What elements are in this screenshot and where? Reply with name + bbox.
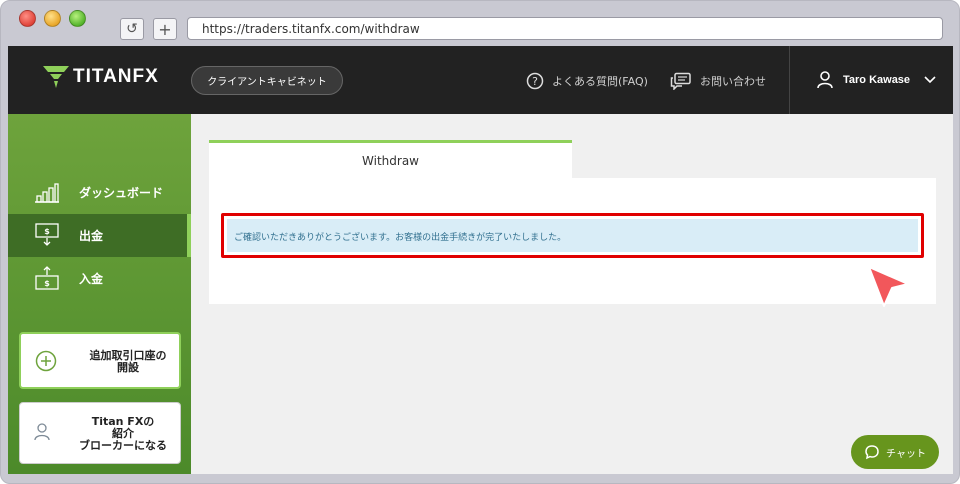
- sidebar-item-withdraw[interactable]: $ 出金: [8, 214, 191, 257]
- sidebar-item-label: 入金: [79, 272, 104, 286]
- withdraw-panel: ご確認いただきありがとうございます。お客様の出金手続きが完了いたしました。: [209, 178, 936, 304]
- svg-text:$: $: [44, 227, 50, 236]
- new-tab-button[interactable]: +: [153, 18, 177, 40]
- open-account-text: 追加取引口座の 開設: [83, 350, 173, 374]
- person-icon: [817, 71, 833, 89]
- open-account-button[interactable]: 追加取引口座の 開設: [19, 332, 181, 389]
- browser-toolbar: ↺ + https://traders.titanfx.com/withdraw: [1, 1, 959, 45]
- sidebar-item-label: ダッシュボード: [79, 186, 164, 200]
- contact-label: お問い合わせ: [700, 75, 766, 88]
- chat-icon: [865, 445, 879, 460]
- sidebar-item-label: 出金: [79, 229, 104, 243]
- sidebar: ダッシュボード $ 出金 $ 入金 追加取引口座の 開設 Titan FXの 紹…: [8, 114, 191, 474]
- contact-link[interactable]: お問い合わせ: [670, 72, 766, 90]
- tab-withdraw[interactable]: Withdraw: [209, 140, 572, 178]
- refer-line3: ブローカーになる: [79, 439, 167, 452]
- titanfx-logo[interactable]: TITANFX: [43, 66, 159, 88]
- deposit-icon: $: [35, 266, 59, 290]
- open-account-line2: 開設: [117, 361, 139, 374]
- withdraw-icon: $: [35, 223, 59, 246]
- user-menu[interactable]: Taro Kawase: [817, 71, 936, 89]
- maximize-window-button[interactable]: [69, 10, 86, 27]
- reload-icon: ↺: [126, 21, 138, 37]
- faq-label: よくある質問(FAQ): [552, 75, 648, 88]
- address-bar[interactable]: https://traders.titanfx.com/withdraw: [187, 17, 943, 40]
- user-name: Taro Kawase: [843, 74, 911, 86]
- svg-text:?: ?: [532, 75, 538, 88]
- header-divider: [789, 46, 790, 114]
- reload-button[interactable]: ↺: [120, 18, 144, 40]
- sidebar-item-dashboard[interactable]: ダッシュボード: [8, 171, 191, 214]
- chat-label: チャット: [886, 448, 926, 460]
- pointer-arrow-icon: [868, 266, 909, 307]
- success-alert: ご確認いただきありがとうございます。お客様の出金手続きが完了いたしました。: [227, 219, 918, 252]
- person-icon: [34, 423, 50, 441]
- bar-chart-icon: [35, 183, 59, 203]
- page-viewport: TITANFX クライアントキャビネット ? よくある質問(FAQ) お問い合わ…: [8, 46, 953, 474]
- chat-button[interactable]: チャット: [851, 435, 939, 469]
- svg-text:$: $: [44, 279, 50, 288]
- faq-link[interactable]: ? よくある質問(FAQ): [526, 72, 648, 90]
- sidebar-item-deposit[interactable]: $ 入金: [8, 257, 191, 300]
- browser-frame: ↺ + https://traders.titanfx.com/withdraw…: [0, 0, 960, 484]
- question-circle-icon: ?: [526, 72, 544, 90]
- chat-bubbles-icon: [670, 72, 691, 90]
- plus-icon: +: [158, 19, 172, 39]
- titan-logo-icon: [43, 66, 69, 88]
- site-header: TITANFX クライアントキャビネット ? よくある質問(FAQ) お問い合わ…: [8, 46, 953, 114]
- refer-broker-button[interactable]: Titan FXの 紹介 ブローカーになる: [19, 402, 181, 464]
- plus-circle-icon: [35, 350, 57, 372]
- logo-text: TITANFX: [73, 66, 159, 87]
- client-cabinet-button[interactable]: クライアントキャビネット: [191, 66, 343, 95]
- highlight-box: ご確認いただきありがとうございます。お客様の出金手続きが完了いたしました。: [221, 213, 924, 258]
- refer-broker-text: Titan FXの 紹介 ブローカーになる: [70, 416, 176, 452]
- minimize-window-button[interactable]: [44, 10, 61, 27]
- close-window-button[interactable]: [19, 10, 36, 27]
- chevron-down-icon: [924, 76, 936, 84]
